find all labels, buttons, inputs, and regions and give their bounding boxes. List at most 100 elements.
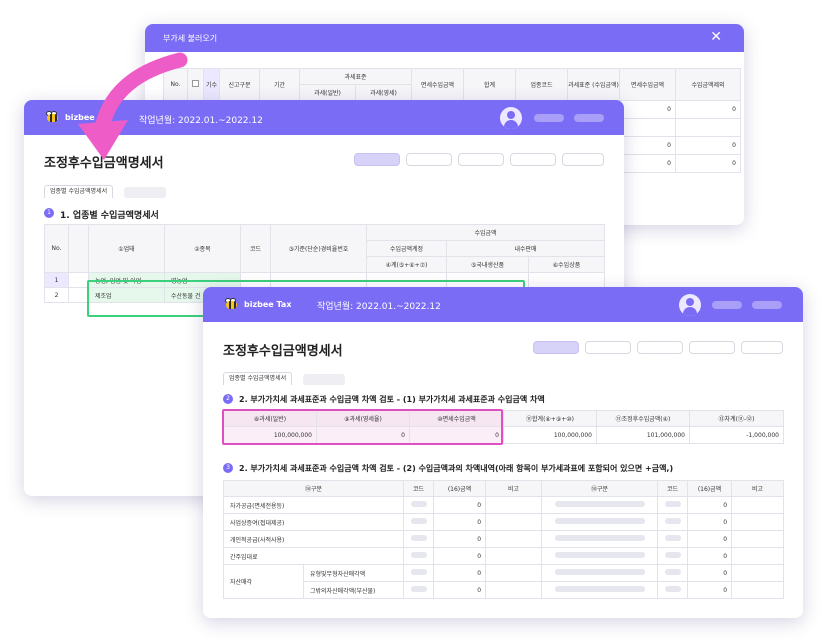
col-biz-code: 업종코드 [515,68,568,101]
col-domestic-products: ⑤국내생산품 [446,256,529,273]
row-amount-2[interactable]: 0 [687,564,733,582]
col-period: 기간 [259,68,300,101]
row-amount[interactable]: 0 [433,530,487,548]
header-menu-button[interactable] [574,114,604,122]
category-placeholder [554,586,645,592]
row-label: 간주임대료 [222,547,405,565]
row-amount[interactable]: 0 [433,564,487,582]
col-income: 수입금액 [365,224,606,241]
cell-value: 0 [675,154,741,173]
value-difference: -1,000,000 [689,426,784,444]
tab-placeholder[interactable] [303,374,345,385]
col-no: No. [163,68,188,101]
code-placeholder[interactable] [410,569,427,575]
row-amount-2[interactable]: 0 [687,496,733,514]
code-placeholder[interactable] [410,535,427,541]
col-item: ②종목 [164,224,241,273]
row-sublabel: 그밖의자산매각액(부산물) [302,581,405,599]
toolbar-button[interactable] [406,153,452,166]
row-amount[interactable]: 0 [433,581,487,599]
toolbar-button[interactable] [510,153,556,166]
row-amount[interactable]: 0 [433,496,487,514]
code-placeholder[interactable] [410,518,427,524]
close-icon[interactable]: ✕ [710,30,722,44]
col-note-2: 비고 [731,480,785,497]
col-code: 코드 [403,480,435,497]
code-placeholder[interactable] [664,501,681,507]
row-amount[interactable]: 0 [433,547,487,565]
row-amount-2[interactable]: 0 [687,581,733,599]
toolbar-button[interactable] [458,153,504,166]
row-amount-2[interactable]: 0 [687,530,733,548]
col-code-2: 코드 [657,480,689,497]
col-sum: ④계(⑤+⑥+⑦) [366,256,447,273]
table-row[interactable]: 그밖의자산매각액(부산물) 0 0 [224,581,785,599]
cell-value: 0 [619,100,676,119]
table-row[interactable]: 개인적공급(사적사용) 0 0 [222,530,785,548]
user-avatar-icon[interactable] [500,107,522,129]
user-avatar-icon[interactable] [679,294,701,316]
col-tax-zero: 과세(영세) [355,84,412,101]
row-amount-2[interactable]: 0 [687,547,733,565]
col-tax-base: 과세표준 [299,68,412,85]
value-adjusted-income: 101,000,000 [596,426,690,444]
col-sum: ⑪합계(⑧+⑨+⑩) [503,410,597,427]
cell-value: 0 [619,136,676,155]
col-adjusted-income: ⑪조정후수입금액(④) [596,410,690,427]
section-number-badge: 3 [223,463,233,473]
table-row[interactable]: 자가공급(면세전용등) 0 0 [222,496,785,514]
header-menu-button[interactable] [534,114,564,122]
col-report-type: 신고구분 [219,68,260,101]
code-placeholder[interactable] [664,586,681,592]
cell-value: 0 [619,154,676,173]
work-period: 작업년월: 2022.01.~2022.12 [139,116,263,126]
section1-title: 1. 업종별 수입금액명세서 [60,211,159,221]
row-amount[interactable]: 0 [433,513,487,531]
code-placeholder[interactable] [664,569,681,575]
code-placeholder[interactable] [664,552,681,558]
section3-title: 2. 부가가치세 과세표준과 수입금액 차액 검토 - (2) 수입금액과의 차… [239,464,674,473]
toolbar-button[interactable] [533,341,579,354]
row-label: 자가공급(면세전용등) [222,496,405,514]
toolbar-button[interactable] [562,153,604,166]
toolbar-button[interactable] [741,341,783,354]
category-placeholder [554,518,645,524]
header-menu-button[interactable] [752,301,782,309]
income-statement-window-front: bizbee Tax 작업년월: 2022.01.~2022.12 조정후수입금… [203,287,803,618]
page-title: 조정후수입금액명세서 [223,344,343,359]
tab-business-income[interactable]: 업종별 수입금액명세서 [223,372,293,385]
difference-detail-table: ⑭구분 코드 (16)금액 비고 ⑭구분 코드 (16)금액 비고 자가공급(면… [222,480,785,599]
row-no: 1 [44,272,69,288]
col-category: ⑭구분 [222,480,405,497]
row-label: 개인적공급(사적사용) [222,530,405,548]
select-all-checkbox[interactable] [187,68,204,101]
row-sublabel: 유형및무형자산매각액 [302,564,405,582]
row-amount-2[interactable]: 0 [687,513,733,531]
toolbar-button[interactable] [585,341,631,354]
table-row[interactable]: 사업상증여(접대제공) 0 0 [222,513,785,531]
row-label: 자산매각 [223,564,304,599]
cell-value: 0 [675,100,741,119]
page-title: 조정후수입금액명세서 [44,156,164,171]
code-placeholder[interactable] [410,552,427,558]
code-placeholder[interactable] [664,518,681,524]
toolbar-button[interactable] [354,153,400,166]
tab-business-income[interactable]: 업종별 수입금액명세서 [44,185,114,198]
col-exempt-income: 면세수입금액 [619,68,676,101]
col-exempt-amount: 면세수입금액 [411,68,464,101]
tab-placeholder[interactable] [124,187,166,198]
category-placeholder [554,552,645,558]
table-row[interactable]: 간주임대료 0 0 [222,547,785,565]
header-menu-button[interactable] [712,301,742,309]
code-placeholder[interactable] [410,586,427,592]
bizbee-tax-logo: bizbee Tax [223,298,291,310]
toolbar-button[interactable] [637,341,683,354]
row-no: 2 [44,287,69,303]
code-placeholder[interactable] [410,501,427,507]
col-tax-base-income: 과세표준 (수입금액) [567,68,620,101]
col-difference: ⑬차계(⑪-⑫) [689,410,784,427]
toolbar-button[interactable] [689,341,735,354]
category-placeholder [554,535,645,541]
code-placeholder[interactable] [664,535,681,541]
table-row[interactable]: 자산매각 유형및무형자산매각액 0 0 [223,564,785,599]
